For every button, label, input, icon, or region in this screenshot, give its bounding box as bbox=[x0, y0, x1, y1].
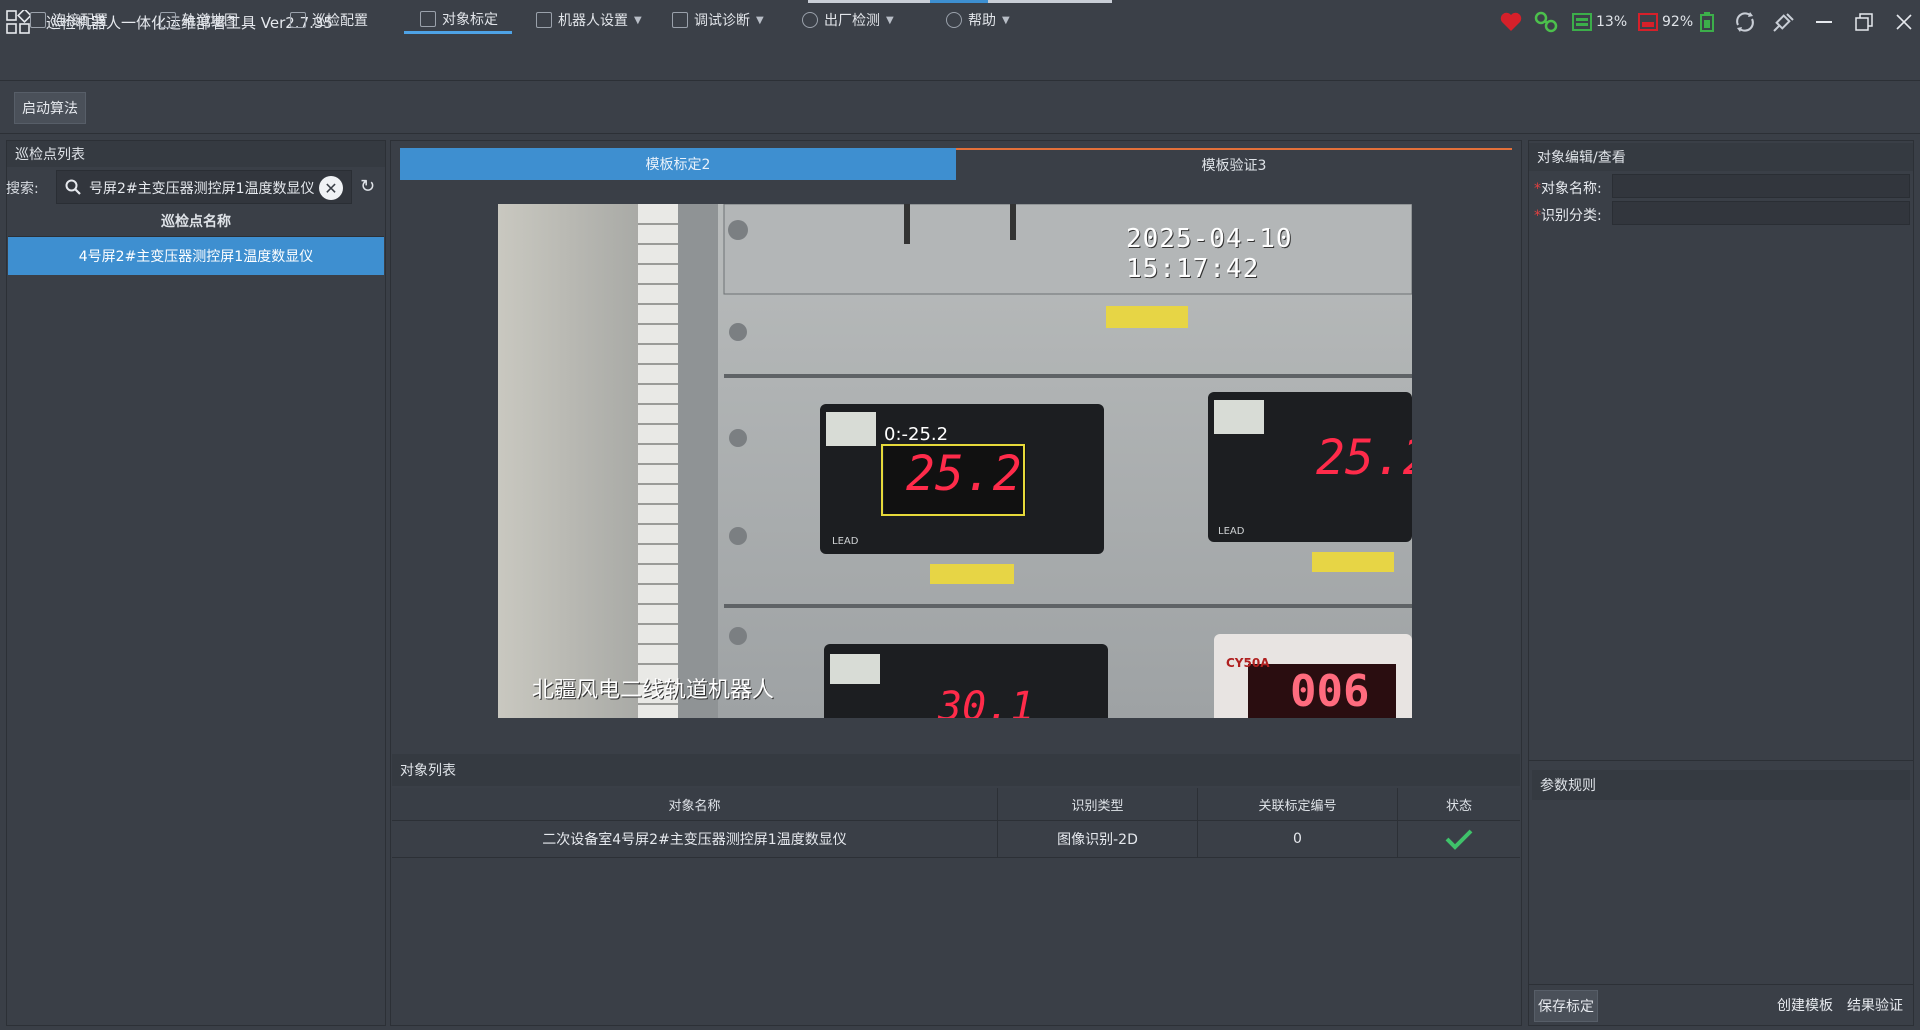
create-template-button[interactable]: 创建模板 bbox=[1774, 990, 1836, 1020]
recognition-class-input[interactable] bbox=[1612, 201, 1910, 225]
search-input[interactable] bbox=[87, 176, 317, 200]
object-edit-panel bbox=[1528, 140, 1914, 1026]
column-object-name: 对象名称 bbox=[392, 788, 998, 820]
object-list-title: 对象列表 bbox=[392, 754, 1520, 786]
toolbar bbox=[0, 81, 1920, 134]
map-icon bbox=[160, 12, 176, 28]
menu-bar bbox=[0, 44, 1920, 81]
help-icon bbox=[946, 12, 962, 28]
verify-result-button[interactable]: 结果验证 bbox=[1844, 990, 1906, 1020]
cell-calibration-no: 0 bbox=[1198, 821, 1398, 857]
menu-robot-settings[interactable]: 机器人设置 ▼ bbox=[536, 6, 642, 34]
cell-recognition-type: 图像识别-2D bbox=[998, 821, 1198, 857]
heart-status-icon bbox=[1500, 10, 1522, 34]
table-row[interactable]: 二次设备室4号屏2#主变压器测控屏1温度数显仪 图像识别-2D 0 bbox=[392, 821, 1520, 858]
check-icon bbox=[1398, 821, 1520, 857]
param-rules-title: 参数规则 bbox=[1532, 770, 1910, 800]
menu-track-map[interactable]: 轨道地图 bbox=[160, 6, 238, 34]
menu-debug-diagnose[interactable]: 调试诊断 ▼ bbox=[672, 6, 764, 34]
object-edit-title: 对象编辑/查看 bbox=[1529, 143, 1913, 171]
camera-view[interactable]: 2025-04-10 15:17:42 0:-25.2 25.2 25.2 30… bbox=[498, 204, 1412, 718]
meter-brand-red: CY50A bbox=[1226, 656, 1270, 670]
sync-icon[interactable] bbox=[1734, 10, 1756, 34]
plug-icon[interactable] bbox=[1772, 10, 1796, 34]
clear-search-button[interactable]: ✕ bbox=[319, 176, 343, 200]
patrol-list-title: 巡检点列表 bbox=[7, 141, 385, 167]
meter-reading-bottom: 30.1 bbox=[938, 684, 1035, 718]
search-icon bbox=[65, 179, 81, 195]
meter-reading-red: 006 bbox=[1290, 666, 1370, 717]
object-name-label: *对象名称: bbox=[1534, 181, 1602, 197]
title-accent-highlight bbox=[930, 0, 988, 3]
battery-icon bbox=[1700, 10, 1714, 34]
start-algorithm-button[interactable]: 启动算法 bbox=[14, 92, 86, 124]
column-calibration-no: 关联标定编号 bbox=[1198, 788, 1398, 820]
cpu-icon bbox=[1572, 13, 1592, 31]
patrol-point-column-header: 巡检点名称 bbox=[8, 206, 384, 237]
tab-template-calibration[interactable]: 模板标定2 bbox=[400, 148, 956, 180]
save-calibration-button[interactable]: 保存标定 bbox=[1534, 990, 1598, 1022]
menu-patrol-config[interactable]: 巡检配置 bbox=[290, 6, 368, 34]
menu-factory-test[interactable]: 出厂检测 ▼ bbox=[802, 6, 894, 34]
close-button[interactable] bbox=[1890, 8, 1918, 36]
restore-button[interactable] bbox=[1850, 8, 1878, 36]
cpu-status: 13% bbox=[1572, 10, 1627, 34]
chevron-down-icon: ▼ bbox=[886, 14, 894, 26]
camera-timestamp: 2025-04-10 15:17:42 bbox=[1126, 224, 1293, 284]
chevron-down-icon: ▼ bbox=[756, 14, 764, 26]
refresh-icon[interactable]: ↻ bbox=[360, 176, 375, 197]
calibration-label: 0:-25.2 bbox=[884, 424, 949, 445]
column-status: 状态 bbox=[1445, 798, 1472, 814]
gear-icon bbox=[802, 12, 818, 28]
search-box: ✕ bbox=[56, 170, 352, 204]
calibration-icon bbox=[420, 10, 436, 27]
list-item[interactable]: 4号屏2#主变压器测控屏1温度数显仪 bbox=[8, 237, 384, 275]
meter-brand: LEAD bbox=[832, 536, 859, 547]
connection-icon bbox=[30, 12, 46, 28]
divider bbox=[1529, 984, 1913, 985]
chevron-down-icon: ▼ bbox=[634, 14, 642, 26]
storage-alert-icon bbox=[1638, 13, 1658, 31]
meter-reading-main: 25.2 bbox=[906, 446, 1022, 502]
menu-connection-config[interactable]: 连接配置 bbox=[30, 6, 108, 34]
object-table-header: 对象名称 识别类型 关联标定编号 状态 bbox=[392, 788, 1520, 821]
menu-help[interactable]: 帮助 ▼ bbox=[946, 6, 1010, 34]
meter-brand-right: LEAD bbox=[1218, 526, 1245, 537]
column-recognition-type: 识别类型 bbox=[998, 788, 1198, 820]
patrol-icon bbox=[290, 12, 306, 28]
robot-icon bbox=[536, 12, 552, 28]
debug-icon bbox=[672, 12, 688, 28]
recognition-class-label: *识别分类: bbox=[1534, 208, 1602, 224]
battery-status: 92% bbox=[1638, 10, 1693, 34]
cell-object-name: 二次设备室4号屏2#主变压器测控屏1温度数显仪 bbox=[392, 821, 998, 857]
camera-caption: 北疆风电二线轨道机器人 bbox=[532, 678, 775, 703]
object-name-input[interactable] bbox=[1612, 174, 1910, 198]
divider bbox=[1529, 760, 1913, 761]
cpu-value: 13% bbox=[1596, 14, 1628, 30]
battery-value: 92% bbox=[1662, 14, 1694, 30]
menu-object-calibration[interactable]: 对象标定 bbox=[404, 6, 512, 34]
chevron-down-icon: ▼ bbox=[1002, 14, 1010, 26]
meter-reading-right: 25.2 bbox=[1316, 430, 1412, 486]
search-label: 搜索: bbox=[6, 181, 39, 197]
tab-template-verify[interactable]: 模板验证3 bbox=[956, 148, 1512, 180]
minimize-button[interactable] bbox=[1810, 8, 1838, 36]
link-status-icon bbox=[1534, 10, 1558, 34]
app-grid-icon bbox=[6, 10, 30, 34]
